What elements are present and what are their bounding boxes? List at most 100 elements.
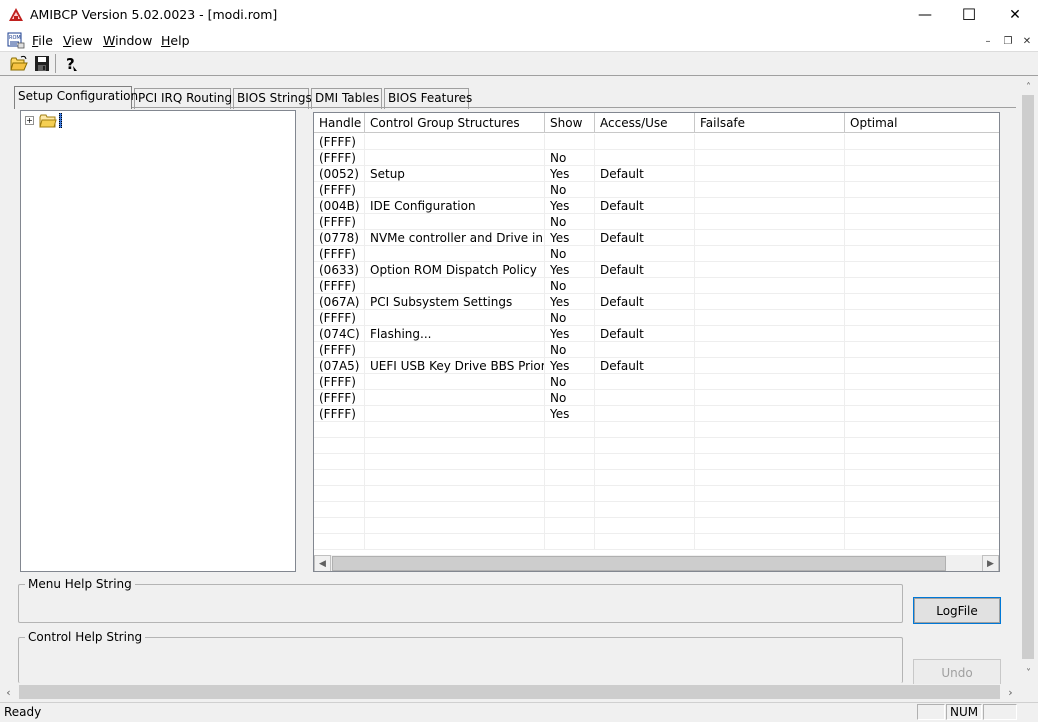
cell-failsafe[interactable] [695, 438, 845, 454]
cell-optimal[interactable] [845, 182, 999, 198]
cell-show[interactable]: No [545, 150, 595, 166]
cell-failsafe[interactable] [695, 134, 845, 150]
table-row[interactable]: (FFFF) No [314, 246, 999, 262]
horizontal-scrollbar-thumb[interactable] [19, 685, 1000, 699]
cell-access-use[interactable] [595, 390, 695, 406]
menu-file[interactable]: File [32, 33, 53, 48]
cell-show[interactable] [545, 486, 595, 502]
cell-handle[interactable]: (FFFF) [314, 214, 365, 230]
table-row[interactable]: (FFFF) No [314, 374, 999, 390]
cell-control-group[interactable] [365, 406, 545, 422]
rom-document-icon[interactable]: ROM [7, 32, 25, 49]
table-row[interactable]: (0633) Option ROM Dispatch Policy Yes Defau… [314, 262, 999, 278]
cell-optimal[interactable] [845, 534, 999, 550]
column-header-control-group-structures[interactable]: Control Group Structures [365, 113, 545, 133]
cell-handle[interactable]: (FFFF) [314, 390, 365, 406]
cell-optimal[interactable] [845, 454, 999, 470]
mdi-minimize-button[interactable]: – [980, 34, 996, 49]
cell-show[interactable]: No [545, 214, 595, 230]
cell-optimal[interactable] [845, 358, 999, 374]
cell-failsafe[interactable] [695, 294, 845, 310]
column-header-optimal[interactable]: Optimal [845, 113, 999, 133]
cell-control-group[interactable] [365, 134, 545, 150]
vertical-scrollbar-thumb[interactable] [1022, 95, 1034, 659]
cell-failsafe[interactable] [695, 278, 845, 294]
cell-failsafe[interactable] [695, 262, 845, 278]
cell-show[interactable]: No [545, 182, 595, 198]
cell-failsafe[interactable] [695, 470, 845, 486]
cell-optimal[interactable] [845, 486, 999, 502]
cell-handle[interactable]: (FFFF) [314, 310, 365, 326]
cell-handle[interactable] [314, 534, 365, 550]
cell-show[interactable] [545, 438, 595, 454]
cell-control-group[interactable]: UEFI USB Key Drive BBS Prior... [365, 358, 545, 374]
cell-handle[interactable]: (FFFF) [314, 182, 365, 198]
cell-optimal[interactable] [845, 470, 999, 486]
cell-handle[interactable]: (067A) [314, 294, 365, 310]
cell-control-group[interactable] [365, 518, 545, 534]
cell-failsafe[interactable] [695, 358, 845, 374]
cell-failsafe[interactable] [695, 486, 845, 502]
cell-handle[interactable] [314, 422, 365, 438]
cell-failsafe[interactable] [695, 390, 845, 406]
scroll-right-chevron-icon[interactable]: › [1002, 684, 1019, 701]
cell-access-use[interactable]: Default [595, 198, 695, 214]
scroll-up-arrow-icon[interactable]: ˄ [1020, 79, 1037, 96]
menu-window[interactable]: Window [103, 33, 152, 48]
cell-control-group[interactable] [365, 390, 545, 406]
cell-show[interactable] [545, 134, 595, 150]
table-row[interactable]: (FFFF) No [314, 310, 999, 326]
cell-show[interactable]: No [545, 278, 595, 294]
cell-optimal[interactable] [845, 406, 999, 422]
cell-failsafe[interactable] [695, 214, 845, 230]
cell-show[interactable] [545, 422, 595, 438]
cell-access-use[interactable]: Default [595, 326, 695, 342]
tab-bios-features[interactable]: BIOS Features [384, 88, 472, 109]
cell-failsafe[interactable] [695, 182, 845, 198]
table-row[interactable] [314, 502, 999, 518]
cell-control-group[interactable] [365, 278, 545, 294]
cell-access-use[interactable] [595, 278, 695, 294]
scroll-left-chevron-icon[interactable]: ‹ [0, 684, 17, 701]
cell-control-group[interactable]: NVMe controller and Drive in... [365, 230, 545, 246]
table-row[interactable] [314, 534, 999, 550]
cell-optimal[interactable] [845, 134, 999, 150]
table-row[interactable]: (FFFF) No [314, 278, 999, 294]
cell-access-use[interactable] [595, 150, 695, 166]
cell-access-use[interactable] [595, 214, 695, 230]
cell-control-group[interactable] [365, 214, 545, 230]
minimize-button[interactable]: — [902, 0, 948, 30]
cell-show[interactable]: Yes [545, 166, 595, 182]
cell-handle[interactable]: (0052) [314, 166, 365, 182]
cell-optimal[interactable] [845, 438, 999, 454]
cell-handle[interactable]: (FFFF) [314, 134, 365, 150]
cell-access-use[interactable] [595, 246, 695, 262]
table-row[interactable]: (FFFF) No [314, 390, 999, 406]
cell-access-use[interactable]: Default [595, 358, 695, 374]
cell-access-use[interactable] [595, 422, 695, 438]
table-row[interactable] [314, 470, 999, 486]
cell-control-group[interactable] [365, 470, 545, 486]
cell-control-group[interactable] [365, 534, 545, 550]
cell-failsafe[interactable] [695, 326, 845, 342]
cell-failsafe[interactable] [695, 502, 845, 518]
cell-show[interactable]: No [545, 342, 595, 358]
cell-control-group[interactable] [365, 342, 545, 358]
scroll-left-arrow-icon[interactable]: ◀ [314, 555, 331, 571]
cell-control-group[interactable] [365, 246, 545, 262]
cell-optimal[interactable] [845, 422, 999, 438]
cell-access-use[interactable]: Default [595, 166, 695, 182]
cell-show[interactable]: No [545, 390, 595, 406]
save-icon[interactable] [32, 54, 52, 73]
cell-handle[interactable]: (07A5) [314, 358, 365, 374]
table-row[interactable]: (FFFF) No [314, 214, 999, 230]
main-horizontal-scrollbar[interactable]: ‹ › [0, 684, 1020, 701]
tab-bios-strings[interactable]: BIOS Strings [233, 88, 312, 109]
cell-control-group[interactable] [365, 438, 545, 454]
cell-access-use[interactable] [595, 534, 695, 550]
table-row[interactable] [314, 438, 999, 454]
table-row[interactable] [314, 454, 999, 470]
cell-access-use[interactable] [595, 502, 695, 518]
cell-handle[interactable]: (FFFF) [314, 342, 365, 358]
table-row[interactable]: (FFFF) [314, 134, 999, 150]
